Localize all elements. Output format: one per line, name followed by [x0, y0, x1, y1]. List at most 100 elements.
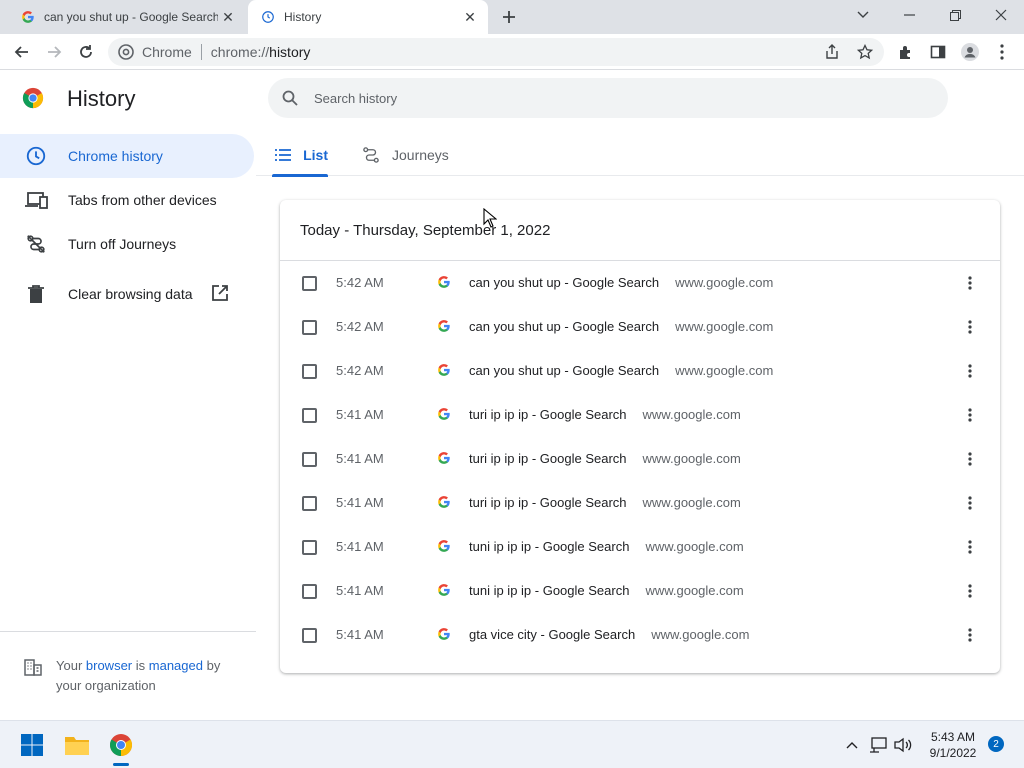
share-icon[interactable]	[824, 44, 840, 60]
file-explorer-icon[interactable]	[63, 731, 91, 759]
clock-time: 5:43 AM	[930, 730, 976, 744]
google-icon	[437, 275, 453, 291]
history-row[interactable]: 5:42 AM can you shut up - Google Search ww…	[280, 305, 1000, 349]
sidebar-item-label: Tabs from other devices	[68, 192, 217, 208]
search-input[interactable]	[314, 90, 914, 106]
history-row[interactable]: 5:41 AM turi ip ip ip - Google Search www.…	[280, 437, 1000, 481]
menu-kebab-icon[interactable]	[990, 40, 1014, 64]
bookmark-star-icon[interactable]	[857, 44, 873, 60]
forward-button[interactable]	[42, 40, 66, 64]
page-title: History	[67, 86, 136, 111]
side-panel-icon[interactable]	[926, 40, 950, 64]
tab-title: can you shut up - Google Search	[44, 10, 218, 24]
journeys-off-icon	[24, 232, 48, 256]
notification-badge[interactable]: 2	[988, 736, 1004, 752]
browser-tab-history[interactable]: History ✕	[248, 0, 488, 34]
taskbar-clock[interactable]: 5:43 AM 9/1/2022	[920, 729, 986, 761]
row-time: 5:42 AM	[336, 319, 384, 334]
list-icon	[274, 146, 291, 164]
open-in-new-icon	[211, 284, 231, 304]
row-more-actions-icon[interactable]	[960, 581, 980, 601]
row-checkbox[interactable]	[302, 364, 317, 379]
chevron-up-icon[interactable]	[842, 735, 862, 755]
minimize-button[interactable]	[886, 0, 932, 30]
row-domain: www.google.com	[675, 319, 774, 334]
row-time: 5:41 AM	[336, 407, 384, 422]
history-row[interactable]: 5:41 AM turi ip ip ip - Google Search www.…	[280, 393, 1000, 437]
restore-button[interactable]	[932, 0, 978, 30]
row-more-actions-icon[interactable]	[960, 317, 980, 337]
row-more-actions-icon[interactable]	[960, 361, 980, 381]
tab-list[interactable]: List	[272, 134, 328, 177]
sidebar-item-label: Clear browsing data	[68, 286, 193, 302]
chrome-taskbar-icon[interactable]	[107, 731, 135, 759]
active-app-indicator	[113, 763, 129, 766]
tab-search-button[interactable]	[840, 0, 886, 30]
extensions-icon[interactable]	[894, 40, 918, 64]
history-row[interactable]: 5:41 AM tuni ip ip ip - Google Search www.…	[280, 525, 1000, 569]
sidebar-item-chrome-history[interactable]: Chrome history	[0, 134, 254, 178]
row-title-link[interactable]: can you shut up - Google Search	[469, 275, 659, 290]
reload-button[interactable]	[74, 40, 98, 64]
address-bar[interactable]: Chrome chrome://history	[108, 38, 884, 66]
row-title-link[interactable]: can you shut up - Google Search	[469, 363, 659, 378]
browser-toolbar: Chrome chrome://history	[0, 34, 1024, 70]
sidebar: Chrome history Tabs from other devices T…	[0, 134, 256, 316]
sidebar-item-label: Turn off Journeys	[68, 236, 177, 252]
sidebar-item-tabs-other-devices[interactable]: Tabs from other devices	[0, 178, 256, 222]
row-more-actions-icon[interactable]	[960, 405, 980, 425]
row-checkbox[interactable]	[302, 408, 317, 423]
row-title-link[interactable]: turi ip ip ip - Google Search	[469, 451, 627, 466]
row-time: 5:42 AM	[336, 275, 384, 290]
row-more-actions-icon[interactable]	[960, 449, 980, 469]
browser-link[interactable]: browser	[86, 658, 132, 673]
close-window-button[interactable]	[978, 0, 1024, 30]
row-title-link[interactable]: can you shut up - Google Search	[469, 319, 659, 334]
windows-start-icon[interactable]	[18, 731, 46, 759]
row-checkbox[interactable]	[302, 320, 317, 335]
row-checkbox[interactable]	[302, 496, 317, 511]
row-checkbox[interactable]	[302, 276, 317, 291]
row-checkbox[interactable]	[302, 452, 317, 467]
row-time: 5:41 AM	[336, 627, 384, 642]
browser-tab-google-search[interactable]: can you shut up - Google Search ✕	[8, 0, 246, 34]
row-title-link[interactable]: turi ip ip ip - Google Search	[469, 495, 627, 510]
clock-icon	[24, 144, 48, 168]
journeys-icon	[362, 146, 380, 164]
close-icon[interactable]: ✕	[460, 7, 480, 27]
network-icon[interactable]	[868, 735, 888, 755]
close-icon[interactable]: ✕	[218, 7, 238, 27]
history-row[interactable]: 5:41 AM gta vice city - Google Search www.…	[280, 613, 1000, 657]
row-more-actions-icon[interactable]	[960, 273, 980, 293]
volume-icon[interactable]	[893, 735, 913, 755]
row-time: 5:41 AM	[336, 583, 384, 598]
sidebar-item-label: Chrome history	[68, 148, 163, 164]
managed-link[interactable]: managed	[149, 658, 203, 673]
back-button[interactable]	[10, 40, 34, 64]
row-title-link[interactable]: turi ip ip ip - Google Search	[469, 407, 627, 422]
row-more-actions-icon[interactable]	[960, 537, 980, 557]
chrome-icon	[118, 44, 134, 60]
taskbar: 5:43 AM 9/1/2022	[0, 720, 1024, 768]
sidebar-item-clear-browsing-data[interactable]: Clear browsing data	[0, 272, 256, 316]
row-checkbox[interactable]	[302, 540, 317, 555]
profile-avatar[interactable]	[958, 40, 982, 64]
google-icon	[437, 451, 453, 467]
row-time: 5:42 AM	[336, 363, 384, 378]
row-title-link[interactable]: gta vice city - Google Search	[469, 627, 635, 642]
row-more-actions-icon[interactable]	[960, 625, 980, 645]
search-history-box[interactable]	[268, 78, 948, 118]
row-checkbox[interactable]	[302, 628, 317, 643]
row-title-link[interactable]: tuni ip ip ip - Google Search	[469, 539, 629, 554]
history-row[interactable]: 5:42 AM can you shut up - Google Search ww…	[280, 261, 1000, 305]
history-row[interactable]: 5:42 AM can you shut up - Google Search ww…	[280, 349, 1000, 393]
row-checkbox[interactable]	[302, 584, 317, 599]
sidebar-item-turn-off-journeys[interactable]: Turn off Journeys	[0, 222, 256, 266]
tab-journeys[interactable]: Journeys	[360, 134, 449, 176]
history-row[interactable]: 5:41 AM tuni ip ip ip - Google Search www.…	[280, 569, 1000, 613]
new-tab-button[interactable]	[498, 6, 520, 28]
row-title-link[interactable]: tuni ip ip ip - Google Search	[469, 583, 629, 598]
row-more-actions-icon[interactable]	[960, 493, 980, 513]
site-info-chip[interactable]: Chrome	[108, 44, 192, 60]
history-row[interactable]: 5:41 AM turi ip ip ip - Google Search www.…	[280, 481, 1000, 525]
